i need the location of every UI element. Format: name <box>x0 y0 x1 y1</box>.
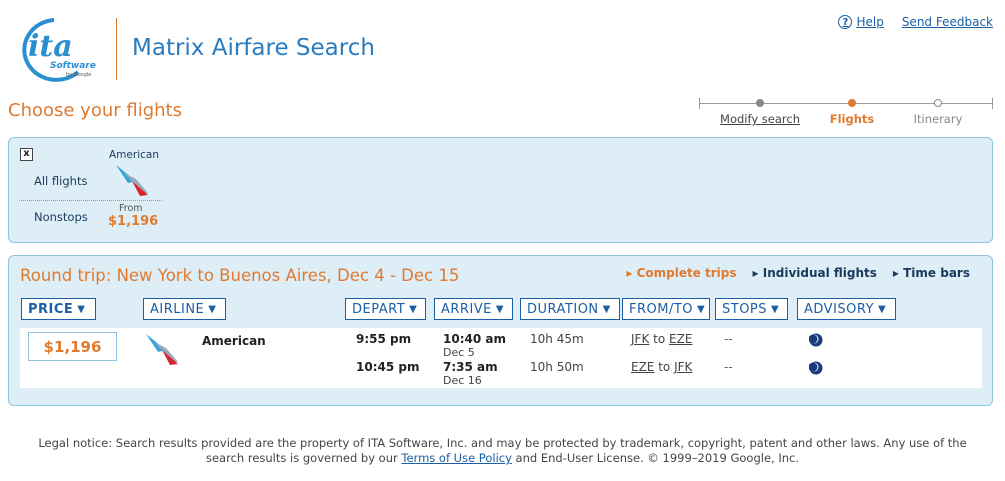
leg2-route: EZE to JFK <box>631 360 692 374</box>
leg1-destination-link[interactable]: EZE <box>669 332 692 346</box>
step-dot <box>934 99 942 107</box>
svg-text:by Google: by Google <box>66 72 91 78</box>
legal-notice: Legal notice: Search results provided ar… <box>20 436 985 466</box>
header-label: STOPS <box>722 301 768 317</box>
help-link[interactable]: ? Help <box>838 15 884 29</box>
individual-flights-link[interactable]: ▸ Individual flights <box>753 266 877 280</box>
all-flights-label: All flights <box>34 174 88 188</box>
sort-arrow-icon: ▼ <box>878 303 887 315</box>
nonstops-label: Nonstops <box>34 210 88 224</box>
header-label: FROM/TO <box>629 301 694 317</box>
step-itinerary: Itinerary <box>888 97 988 126</box>
results-panel: Round trip: New York to Buenos Aires, De… <box>8 255 993 406</box>
overnight-moon-icon <box>809 333 823 347</box>
leg2-destination-link[interactable]: JFK <box>674 360 692 374</box>
header-divider <box>116 18 117 80</box>
leg1-arrive-date: Dec 5 <box>443 346 475 359</box>
step-modify-search[interactable]: Modify search <box>710 97 810 126</box>
sort-advisory-header[interactable]: ADVISORY ▼ <box>797 298 896 320</box>
svg-text:ita: ita <box>28 29 73 64</box>
app-title: Matrix Airfare Search <box>132 35 375 61</box>
sort-depart-header[interactable]: DEPART ▼ <box>345 298 426 320</box>
header-label: ADVISORY <box>804 301 875 317</box>
sort-arrow-icon: ▼ <box>602 303 611 315</box>
legal-text-2: and End-User License. © 1999–2019 Google… <box>515 451 799 465</box>
leg1-depart: 9:55 pm <box>356 332 412 346</box>
time-bars-link[interactable]: ▸ Time bars <box>893 266 970 280</box>
progress-steps: Modify search Flights Itinerary <box>699 97 993 127</box>
sort-arrive-header[interactable]: ARRIVE ▼ <box>434 298 513 320</box>
close-matrix-button[interactable]: x <box>20 148 33 161</box>
sort-arrow-icon: ▼ <box>77 303 86 315</box>
leg2-arrive-date: Dec 16 <box>443 374 482 387</box>
leg1-route-to: to <box>653 332 666 346</box>
step-label: Itinerary <box>913 112 963 126</box>
matrix-separator <box>19 200 162 201</box>
from-label: From <box>119 203 143 214</box>
leg2-arrive: 7:35 am <box>443 360 498 374</box>
help-label: Help <box>856 15 884 29</box>
american-airlines-tail-icon[interactable] <box>114 163 154 200</box>
leg1-duration: 10h 45m <box>530 332 584 346</box>
progress-cap-left <box>699 98 700 109</box>
view-links: ▸ Complete trips ▸ Individual flights ▸ … <box>626 266 970 280</box>
american-airlines-tail-icon <box>144 332 184 369</box>
header-label: DURATION <box>527 301 599 317</box>
sort-arrow-icon: ▼ <box>771 303 780 315</box>
sort-arrow-icon: ▼ <box>409 303 418 315</box>
sort-price-header[interactable]: PRICE ▼ <box>21 298 96 320</box>
nonstop-price-link[interactable]: $1,196 <box>108 214 158 229</box>
ita-software-logo: ita Software by Google <box>8 12 100 82</box>
top-links: ? Help Send Feedback <box>838 15 993 29</box>
leg2-stops: -- <box>724 360 733 374</box>
header-label: ARRIVE <box>441 301 492 317</box>
leg1-route: JFK to EZE <box>631 332 692 346</box>
send-feedback-link[interactable]: Send Feedback <box>902 15 993 29</box>
step-dot <box>756 99 764 107</box>
step-flights: Flights <box>802 97 902 126</box>
sort-airline-header[interactable]: AIRLINE ▼ <box>143 298 226 320</box>
header-label: PRICE <box>28 301 74 317</box>
step-label: Modify search <box>720 112 800 126</box>
complete-trips-link[interactable]: ▸ Complete trips <box>626 266 736 280</box>
leg2-route-to: to <box>658 360 671 374</box>
sort-stops-header[interactable]: STOPS ▼ <box>715 298 788 320</box>
step-dot <box>848 99 856 107</box>
help-icon: ? <box>838 15 853 29</box>
leg1-stops: -- <box>724 332 733 346</box>
leg2-duration: 10h 50m <box>530 360 584 374</box>
sort-arrow-icon: ▼ <box>208 303 217 315</box>
sort-fromto-header[interactable]: FROM/TO ▼ <box>622 298 710 320</box>
select-price-button[interactable]: $1,196 <box>28 332 117 361</box>
result-row[interactable]: $1,196 American 9:55 pm 10:40 am Dec 5 1… <box>20 328 982 388</box>
airline-matrix: x All flights Nonstops American From $1,… <box>8 137 993 243</box>
sort-duration-header[interactable]: DURATION ▼ <box>520 298 620 320</box>
header-label: AIRLINE <box>150 301 205 317</box>
matrix-airline-name[interactable]: American <box>109 149 159 161</box>
leg1-origin-link[interactable]: JFK <box>631 332 649 346</box>
sort-arrow-icon: ▼ <box>697 303 706 315</box>
row-airline-name: American <box>202 334 266 348</box>
overnight-moon-icon <box>809 361 823 375</box>
trip-title: Round trip: New York to Buenos Aires, De… <box>20 266 460 285</box>
terms-of-use-link[interactable]: Terms of Use Policy <box>401 451 511 465</box>
leg2-depart: 10:45 pm <box>356 360 420 374</box>
page-heading: Choose your flights <box>8 100 182 121</box>
progress-cap-right <box>992 98 993 109</box>
leg1-arrive: 10:40 am <box>443 332 506 346</box>
header-label: DEPART <box>352 301 406 317</box>
svg-text:Software: Software <box>50 61 96 71</box>
step-label: Flights <box>829 112 875 126</box>
sort-arrow-icon: ▼ <box>495 303 505 315</box>
leg2-origin-link[interactable]: EZE <box>631 360 654 374</box>
